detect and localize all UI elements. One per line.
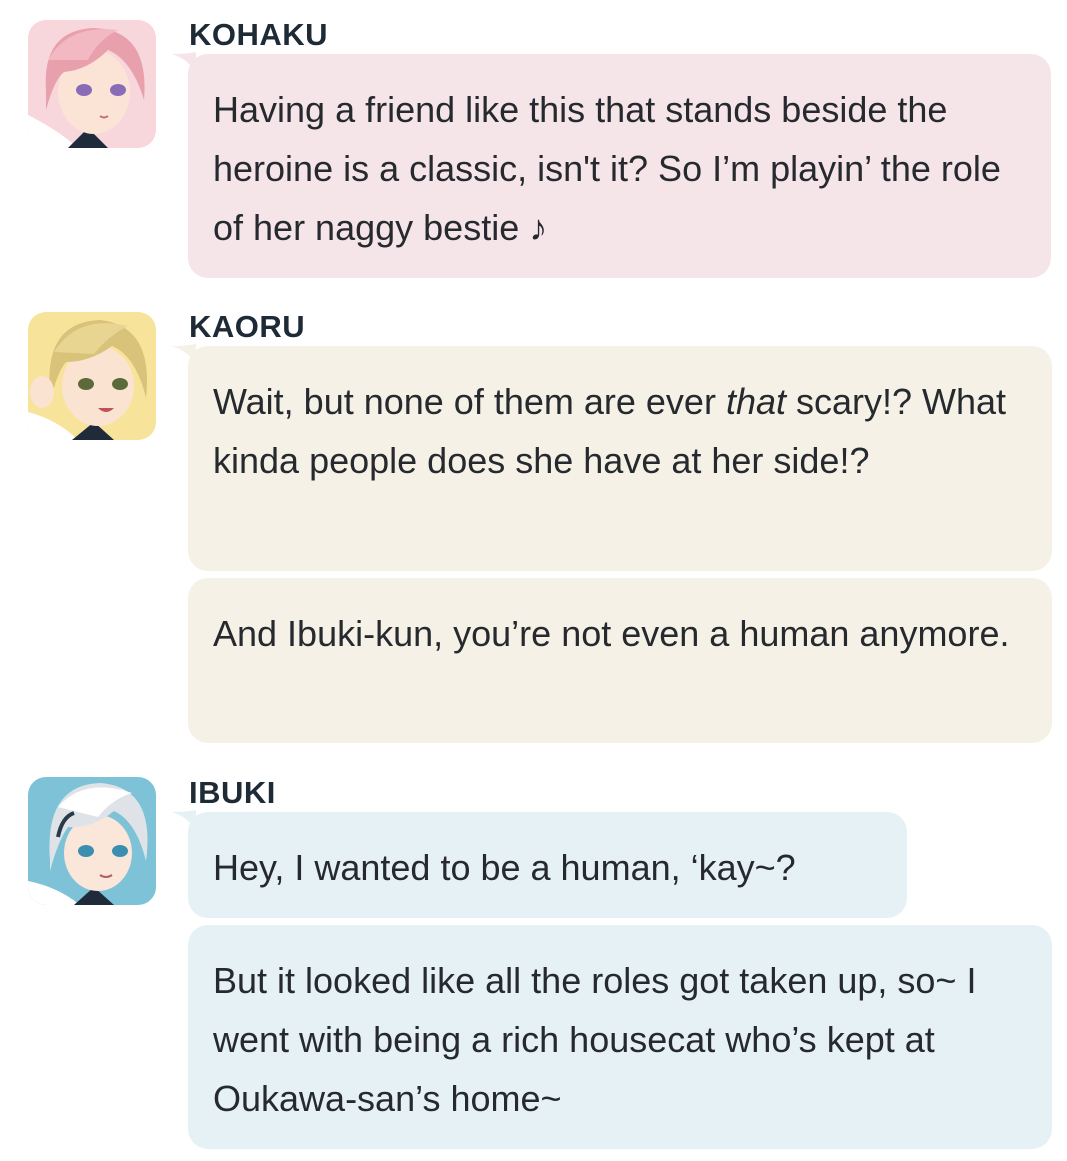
- message-text: Having a friend like this that stands be…: [213, 89, 1001, 248]
- message-text: But it looked like all the roles got tak…: [213, 960, 977, 1119]
- speaker-name-ibuki: IBUKI: [189, 775, 276, 810]
- speaker-name-kaoru: KAORU: [189, 309, 306, 344]
- message-text: Wait, but none of them are ever that sca…: [213, 381, 1006, 481]
- message-bubble[interactable]: But it looked like all the roles got tak…: [188, 925, 1052, 1149]
- message-bubble[interactable]: And Ibuki-kun, you’re not even a human a…: [188, 578, 1052, 743]
- message-bubble[interactable]: Wait, but none of them are ever that sca…: [188, 346, 1052, 571]
- speaker-name-kohaku: KOHAKU: [189, 17, 329, 52]
- message-text: Hey, I wanted to be a human, ‘kay~?: [213, 847, 796, 888]
- kaoru-avatar[interactable]: [28, 312, 156, 440]
- message-text-emphasis: that: [725, 381, 786, 422]
- kohaku-avatar[interactable]: [28, 20, 156, 148]
- message-text: And Ibuki-kun, you’re not even a human a…: [213, 613, 1010, 654]
- ibuki-avatar[interactable]: [28, 777, 156, 905]
- message-text-part: Wait, but none of them are ever: [213, 381, 726, 422]
- message-bubble[interactable]: Hey, I wanted to be a human, ‘kay~?: [188, 812, 907, 918]
- message-bubble[interactable]: Having a friend like this that stands be…: [188, 54, 1051, 278]
